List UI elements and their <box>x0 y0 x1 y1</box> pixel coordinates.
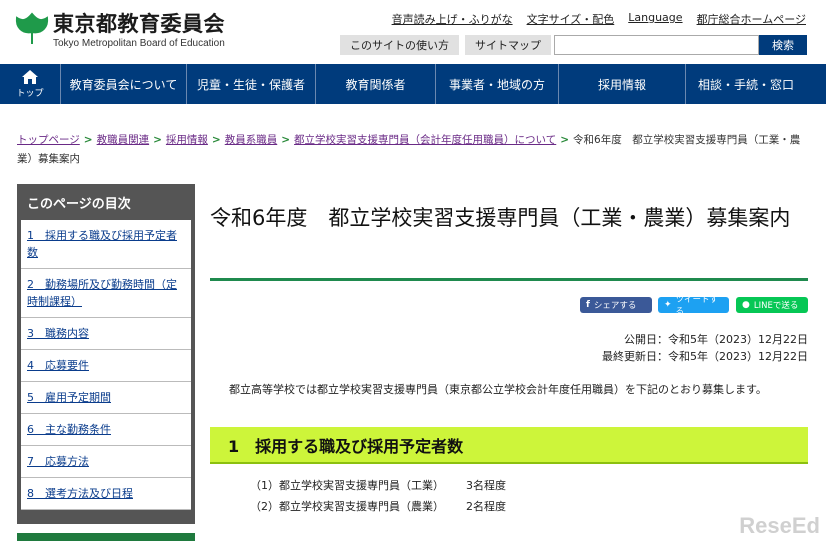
breadcrumb-separator-icon: > <box>83 134 93 146</box>
home-icon <box>22 70 38 84</box>
twitter-share-button[interactable]: ✦ ツイートする <box>658 295 729 317</box>
link-language[interactable]: Language <box>628 11 682 27</box>
nav-item-students-parents[interactable]: 児童・生徒・保護者 <box>186 64 315 104</box>
toc-item: 2 勤務場所及び勤務時間（定時制課程） <box>21 269 191 318</box>
list-item: （2）都立学校実習支援専門員（農業） 2名程度 <box>250 496 506 517</box>
breadcrumb-link-top[interactable]: トップページ <box>17 134 80 146</box>
position-count: 2名程度 <box>466 500 506 513</box>
breadcrumb-link-staff[interactable]: 教職員関連 <box>97 134 150 146</box>
toc-link-2[interactable]: 2 勤務場所及び勤務時間（定時制課程） <box>27 278 177 308</box>
search-input[interactable] <box>554 35 759 55</box>
facebook-icon: f <box>586 300 590 310</box>
breadcrumb-link-teaching-staff[interactable]: 教員系職員 <box>225 134 278 146</box>
position-label: （1）都立学校実習支援専門員（工業） <box>250 479 444 492</box>
title-divider <box>210 278 808 281</box>
logo-english-text: Tokyo Metropolitan Board of Education <box>53 38 225 49</box>
breadcrumb-separator-icon: > <box>153 134 162 146</box>
link-tocho-home[interactable]: 都庁総合ホームページ <box>697 11 806 27</box>
line-share-label: LINEで送る <box>753 301 799 311</box>
toc-list: 1 採用する職及び採用予定者数 2 勤務場所及び勤務時間（定時制課程） 3 職務… <box>21 220 191 510</box>
positions-list: （1）都立学校実習支援専門員（工業） 3名程度 （2）都立学校実習支援専門員（農業… <box>250 475 506 517</box>
breadcrumb: トップページ > 教職員関連 > 採用情報 > 教員系職員 > 都立学校実習支援専門員（会計年度… <box>17 131 812 169</box>
toc-item: 8 選考方法及び日程 <box>21 478 191 510</box>
link-read-aloud[interactable]: 音声読み上げ・ふりがな <box>392 11 513 27</box>
intro-text: 都立高等学校では都立学校実習支援専門員（東京都公立学校会計年度任用職員）を下記の… <box>229 383 767 396</box>
section-heading-1: 1 採用する職及び採用予定者数 <box>210 427 808 464</box>
sitemap-button[interactable]: サイトマップ <box>465 35 551 55</box>
utility-links: 音声読み上げ・ふりがな 文字サイズ・配色 Language 都庁総合ホームページ <box>392 11 806 27</box>
toc-item: 5 雇用予定期間 <box>21 382 191 414</box>
toc-item: 1 採用する職及び採用予定者数 <box>21 220 191 269</box>
toc-item: 3 職務内容 <box>21 318 191 350</box>
site-usage-button[interactable]: このサイトの使い方 <box>340 35 459 55</box>
toc-title: このページの目次 <box>27 196 131 212</box>
toc-item: 4 応募要件 <box>21 350 191 382</box>
breadcrumb-link-recruitment[interactable]: 採用情報 <box>166 134 208 146</box>
nav-item-about-board[interactable]: 教育委員会について <box>60 64 186 104</box>
page-toc: このページの目次 1 採用する職及び採用予定者数 2 勤務場所及び勤務時間（定時… <box>17 184 195 524</box>
page-dates: 公開日：令和5年（2023）12月22日 最終更新日：令和5年（2023）12月… <box>602 331 808 365</box>
sidebar-green-block <box>17 533 195 541</box>
updated-date: 最終更新日：令和5年（2023）12月22日 <box>602 350 808 363</box>
position-count: 3名程度 <box>466 479 506 492</box>
logo-japanese-text: 東京都教育委員会 <box>53 12 225 36</box>
watermark-logo: ReseEd <box>739 513 820 538</box>
published-date: 公開日：令和5年（2023）12月22日 <box>624 333 808 346</box>
toc-link-6[interactable]: 6 主な勤務条件 <box>27 423 111 436</box>
global-nav: トップ 教育委員会について 児童・生徒・保護者 教育関係者 事業者・地域の方 採… <box>0 64 826 104</box>
facebook-share-button[interactable]: f シェアする <box>580 297 652 313</box>
page-title: 令和6年度 都立学校実習支援専門員（工業・農業）募集案内 <box>210 206 791 230</box>
facebook-share-label: シェアする <box>593 301 637 311</box>
nav-home-label: トップ <box>16 89 44 99</box>
toc-link-5[interactable]: 5 雇用予定期間 <box>27 391 111 404</box>
nav-item-business-community[interactable]: 事業者・地域の方 <box>435 64 558 104</box>
line-share-button[interactable]: ● LINEで送る <box>736 297 808 313</box>
toc-item: 6 主な勤務条件 <box>21 414 191 446</box>
nav-item-consultation[interactable]: 相談・手続・窓口 <box>685 64 806 104</box>
breadcrumb-separator-icon: > <box>560 134 570 146</box>
toc-link-1[interactable]: 1 採用する職及び採用予定者数 <box>27 229 177 259</box>
search-button[interactable]: 検索 <box>759 35 807 55</box>
twitter-share-label: ツイートする <box>675 295 719 317</box>
nav-item-educators[interactable]: 教育関係者 <box>315 64 435 104</box>
line-icon: ● <box>742 300 750 310</box>
toc-link-3[interactable]: 3 職務内容 <box>27 327 89 340</box>
ginkgo-leaf-icon <box>15 12 49 44</box>
list-item: （1）都立学校実習支援専門員（工業） 3名程度 <box>250 475 506 496</box>
toc-link-7[interactable]: 7 応募方法 <box>27 455 89 468</box>
twitter-bird-icon: ✦ <box>664 300 672 310</box>
nav-home[interactable]: トップ <box>0 64 60 104</box>
toc-link-4[interactable]: 4 応募要件 <box>27 359 89 372</box>
toc-item: 7 応募方法 <box>21 446 191 478</box>
breadcrumb-link-support-specialist[interactable]: 都立学校実習支援専門員（会計年度任用職員）について <box>294 134 556 146</box>
breadcrumb-separator-icon: > <box>211 134 221 146</box>
toc-link-8[interactable]: 8 選考方法及び日程 <box>27 487 133 500</box>
breadcrumb-separator-icon: > <box>281 134 291 146</box>
site-logo[interactable]: 東京都教育委員会 Tokyo Metropolitan Board of Edu… <box>15 12 225 49</box>
position-label: （2）都立学校実習支援専門員（農業） <box>250 500 444 513</box>
link-text-size-color[interactable]: 文字サイズ・配色 <box>527 11 615 27</box>
nav-item-recruitment[interactable]: 採用情報 <box>558 64 685 104</box>
